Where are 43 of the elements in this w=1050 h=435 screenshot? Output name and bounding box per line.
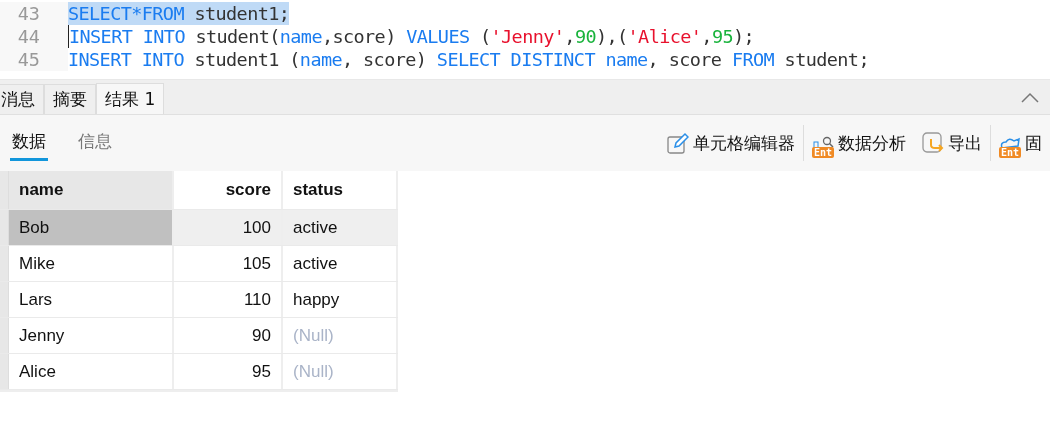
export-icon[interactable] <box>922 132 944 154</box>
table-cell: 100 <box>174 210 283 245</box>
table-cell: active <box>283 246 398 281</box>
table-cell: 90 <box>174 318 283 353</box>
result-tab[interactable]: 摘要 <box>44 84 96 114</box>
toolbar-button[interactable]: 导出 <box>948 131 982 155</box>
table-row[interactable]: Bob 100 active <box>0 210 398 246</box>
row-header[interactable] <box>0 354 9 389</box>
code-line: INSERT INTO student1 (name, score) SELECT DISTINCT name, score FROM student; <box>68 48 869 71</box>
result-tab[interactable]: 结果 1 <box>96 83 165 114</box>
table-row[interactable]: Jenny 90 (Null) <box>0 318 398 354</box>
line-number: 44 <box>0 25 68 48</box>
table-row[interactable]: Lars 110 happy <box>0 282 398 318</box>
edition-badge: Ent <box>812 147 835 158</box>
view-tab[interactable]: 数据 <box>10 125 48 161</box>
table-cell: Alice <box>9 354 174 389</box>
table-cell: happy <box>283 282 398 317</box>
analysis-icon[interactable] <box>812 136 834 150</box>
line-number: 45 <box>0 48 68 71</box>
table-cell: 105 <box>174 246 283 281</box>
table-cell: (Null) <box>283 354 398 389</box>
table-cell: Mike <box>9 246 174 281</box>
table-cell: Bob <box>9 210 174 245</box>
line-number: 43 <box>0 2 68 25</box>
toolbar-button[interactable]: 单元格编辑器 <box>693 131 795 155</box>
column-header[interactable]: name <box>9 171 174 209</box>
table-row[interactable]: Alice 95 (Null) <box>0 354 398 390</box>
table-cell: active <box>283 210 398 245</box>
table-cell: 110 <box>174 282 283 317</box>
view-tab[interactable]: 信息 <box>76 125 114 161</box>
edition-badge: Ent <box>999 147 1022 158</box>
table-row[interactable]: Mike 105 active <box>0 246 398 282</box>
table-cell: (Null) <box>283 318 398 353</box>
collapse-icon[interactable] <box>1020 92 1040 104</box>
toolbar-button[interactable]: 固 <box>1025 131 1042 155</box>
result-tab[interactable]: 消息 <box>0 84 44 114</box>
edit-icon[interactable] <box>667 132 689 154</box>
toolbar-button[interactable]: 数据分析 <box>838 131 906 155</box>
cloud-icon[interactable] <box>999 136 1021 150</box>
table-cell: 95 <box>174 354 283 389</box>
code-line: INSERT INTO student(name,score) VALUES ('Jenny',90),('Alice',95); <box>68 25 755 48</box>
table-cell: Lars <box>9 282 174 317</box>
table-cell: Jenny <box>9 318 174 353</box>
